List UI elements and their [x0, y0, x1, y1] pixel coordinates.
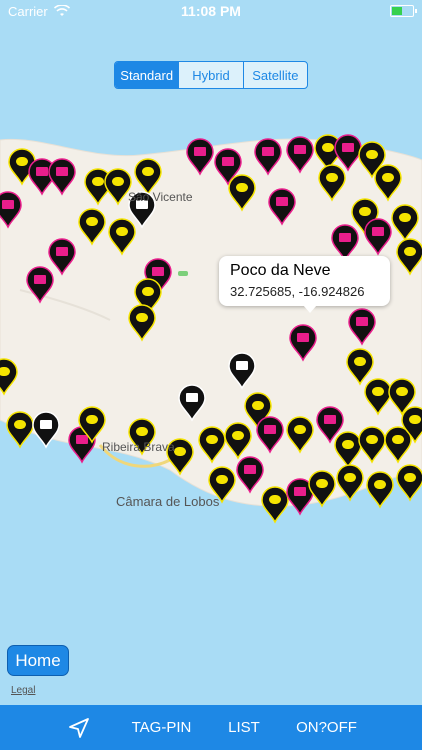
pin-icon: [92, 177, 104, 186]
status-bar: Carrier 11:08 PM: [0, 0, 422, 22]
pin-icon: [342, 143, 354, 152]
pin-icon: [276, 197, 288, 206]
pin-icon: [366, 435, 378, 444]
pin-icon: [324, 415, 336, 424]
segment-satellite[interactable]: Satellite: [242, 62, 307, 88]
pin-icon: [359, 207, 371, 216]
map-pin[interactable]: [396, 464, 422, 502]
pin-icon: [222, 157, 234, 166]
map-type-segmented-control[interactable]: Standard Hybrid Satellite: [114, 61, 308, 89]
pin-icon: [142, 167, 154, 176]
pin-icon: [142, 287, 154, 296]
list-button[interactable]: LIST: [209, 719, 279, 736]
on-off-button[interactable]: ON?OFF: [279, 719, 374, 736]
pin-icon: [409, 415, 421, 424]
pin-icon: [136, 427, 148, 436]
pin-icon: [174, 447, 186, 456]
pin-icon: [382, 173, 394, 182]
carrier-label: Carrier: [8, 3, 48, 19]
pin-icon: [16, 157, 28, 166]
map-pin[interactable]: [261, 486, 289, 524]
pin-icon: [342, 440, 354, 449]
tag-pin-button[interactable]: TAG-PIN: [114, 719, 209, 736]
location-arrow-icon: [69, 717, 89, 738]
pin-icon: [399, 213, 411, 222]
battery-icon: [390, 5, 417, 17]
pin-icon: [392, 435, 404, 444]
bottom-toolbar: TAG-PIN LIST ON?OFF: [0, 705, 422, 750]
pin-icon: [372, 227, 384, 236]
pin-icon: [232, 431, 244, 440]
place-label-ribeira-brava: Ribeira Brava: [102, 440, 175, 454]
pin-icon: [0, 367, 10, 376]
map-pin[interactable]: [6, 411, 34, 449]
map-view[interactable]: São Vicente Ribeira Brava Câmara de Lobo…: [0, 0, 422, 705]
pin-icon: [396, 387, 408, 396]
pin-icon: [294, 487, 306, 496]
pin-icon: [404, 473, 416, 482]
place-label-camara-de-lobos: Câmara de Lobos: [116, 494, 220, 509]
pin-icon: [374, 480, 386, 489]
pin-icon: [86, 217, 98, 226]
wifi-icon: [53, 5, 70, 16]
pin-icon: [297, 333, 309, 342]
pin-icon: [36, 167, 48, 176]
pin-icon: [194, 147, 206, 156]
pin-icon: [236, 361, 248, 370]
pin-icon: [34, 275, 46, 284]
callout-coordinates: 32.725685, -16.924826: [230, 284, 365, 299]
legal-link[interactable]: Legal: [11, 685, 35, 696]
pin-icon: [262, 147, 274, 156]
segment-hybrid[interactable]: Hybrid: [178, 62, 242, 88]
pin-icon: [356, 317, 368, 326]
pin-icon: [354, 357, 366, 366]
map-pin[interactable]: [32, 411, 60, 449]
map-pin[interactable]: [366, 471, 394, 509]
pin-icon: [186, 393, 198, 402]
pin-icon: [252, 401, 264, 410]
pin-icon: [216, 475, 228, 484]
callout-title: Poco da Neve: [230, 262, 331, 279]
pin-icon: [76, 435, 88, 444]
pin-icon: [136, 313, 148, 322]
pin-icon: [366, 150, 378, 159]
home-button[interactable]: Home: [7, 645, 69, 676]
pin-icon: [236, 183, 248, 192]
pin-callout[interactable]: Poco da Neve 32.725685, -16.924826: [219, 256, 390, 313]
pin-icon: [40, 420, 52, 429]
map-canvas: [0, 134, 422, 524]
pin-icon: [372, 387, 384, 396]
pin-icon: [152, 267, 164, 276]
pin-icon: [116, 227, 128, 236]
pin-icon: [56, 167, 68, 176]
pin-icon: [86, 415, 98, 424]
pin-icon: [326, 173, 338, 182]
pin-icon: [316, 479, 328, 488]
pin-icon: [269, 495, 281, 504]
segment-standard[interactable]: Standard: [115, 62, 179, 88]
place-label-sao-vicente: São Vicente: [128, 190, 193, 204]
pin-icon: [112, 177, 124, 186]
pin-icon: [2, 200, 14, 209]
pin-icon: [244, 465, 256, 474]
pin-icon: [264, 425, 276, 434]
pin-icon: [344, 473, 356, 482]
location-button[interactable]: [44, 717, 114, 739]
pin-icon: [322, 143, 334, 152]
pin-icon: [206, 435, 218, 444]
pin-icon: [14, 420, 26, 429]
pin-icon: [56, 247, 68, 256]
pin-icon: [294, 425, 306, 434]
callout-tail: [303, 305, 317, 313]
pin-icon: [294, 145, 306, 154]
pin-icon: [404, 247, 416, 256]
pin-icon: [339, 233, 351, 242]
